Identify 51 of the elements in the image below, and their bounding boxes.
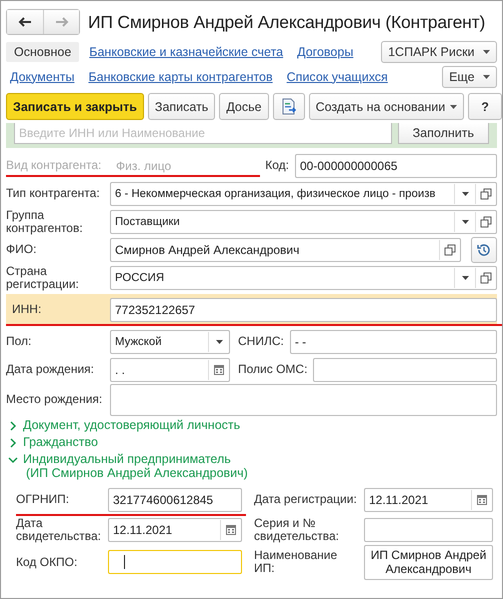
field-label: Код: [265, 159, 289, 173]
group-header[interactable]: Документ, удостоверяющий личность [6, 416, 497, 433]
select-field[interactable]: 6 - Некоммерческая организация, физическое лицо - произв [110, 182, 497, 206]
input-field[interactable]: ИП Смирнов Андрей Александрович [364, 545, 493, 580]
input-field[interactable]: Смирнов Андрей Александрович [110, 238, 461, 262]
tab[interactable]: Банковские карты контрагентов [84, 68, 277, 86]
search-field[interactable]: Введите ИНН или Наименование [14, 123, 392, 144]
field-label: Вид контрагента: [6, 159, 102, 173]
tab[interactable]: Список учащихся [282, 68, 392, 86]
field-label: Дата свидетельства: [16, 516, 102, 544]
select-field[interactable]: Мужской [110, 330, 230, 354]
toolbar-button[interactable]: Досье [219, 93, 269, 120]
toolbar-button[interactable]: ? [468, 93, 502, 120]
select-field[interactable]: Поставщики [110, 210, 497, 234]
field-label: СНИЛС: [238, 335, 284, 349]
menu-button[interactable]: Еще [442, 66, 497, 88]
date-field[interactable]: 12.11.2021 [364, 488, 493, 512]
group-header[interactable]: Гражданство [6, 433, 497, 450]
field-value: Физ. лицо [116, 159, 172, 173]
input-field[interactable]: 772352122657 [110, 298, 497, 322]
field-label: Страна регистрации: [6, 264, 80, 292]
toolbar-button[interactable]: Записать [148, 93, 216, 120]
field-label: Полис ОМС: [238, 363, 308, 377]
tab[interactable]: Договоры [293, 42, 358, 60]
date-field[interactable]: 12.11.2021 [108, 518, 242, 542]
tab[interactable]: Банковские и казначейские счета [85, 42, 288, 60]
field-label: Тип контрагента: [6, 187, 101, 201]
field-label: Дата регистрации: [254, 493, 358, 507]
menu-button[interactable]: 1СПАРК Риски [381, 40, 497, 62]
input-field[interactable]: 00-000000000065 [295, 154, 497, 178]
field-label: Наименование ИП: [254, 549, 338, 576]
fill-button[interactable]: Заполнить [398, 123, 489, 144]
field-label: Пол: [6, 335, 32, 349]
group-header[interactable]: Индивидуальный предприниматель (ИП Смирнов Андрей Александрович) [6, 450, 497, 481]
field-label: ОГРНИП: [16, 493, 70, 507]
field-label: Код ОКПО: [16, 556, 78, 569]
field-label: Группа контрагентов: [6, 208, 84, 236]
input-field[interactable]: 321774600612845 [108, 488, 242, 512]
input-field[interactable]: - - [290, 330, 497, 354]
date-field[interactable]: . . [110, 358, 230, 382]
save-close-button[interactable]: Записать и закрыть [6, 93, 144, 120]
field-label: ИНН: [11, 303, 42, 317]
field-label: Серия и № свидетельства: [254, 516, 340, 544]
tab[interactable]: Документы [6, 68, 78, 86]
select-field[interactable]: РОССИЯ [110, 266, 497, 290]
window-title: ИП Смирнов Андрей Александрович (Контрагент) [88, 12, 486, 32]
dropdown-button[interactable]: Создать на основании [308, 93, 464, 120]
field-label: Место рождения: [6, 393, 104, 407]
field-label: ФИО: [6, 243, 38, 257]
field-label: Дата рождения: [6, 363, 95, 377]
tab[interactable]: Основное [6, 42, 80, 62]
